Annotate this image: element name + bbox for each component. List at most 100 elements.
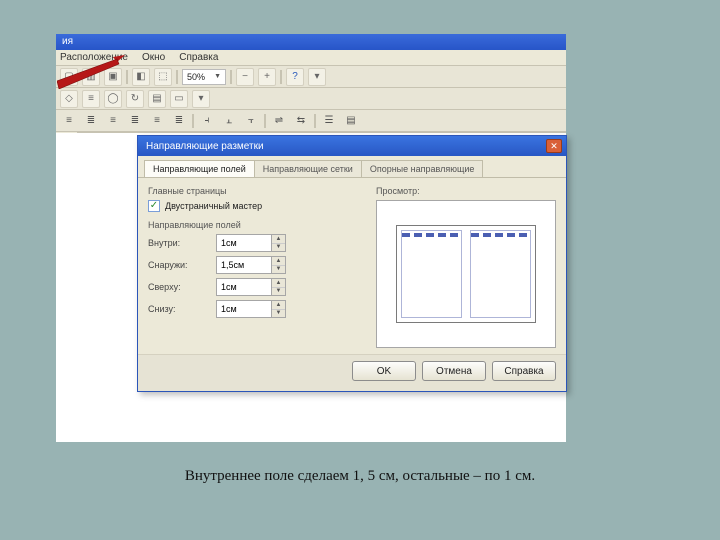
menu-window[interactable]: Окно — [142, 52, 165, 63]
ruler-vertical — [56, 132, 78, 133]
align-left-icon[interactable]: ≡ — [60, 112, 78, 130]
preview-label: Просмотр: — [376, 186, 556, 196]
chevron-down-icon: ▼ — [214, 73, 221, 80]
spinner-bottom[interactable]: ▲▼ — [216, 300, 286, 318]
spin-down-icon[interactable]: ▼ — [272, 310, 285, 318]
tool-icon[interactable]: ▾ — [192, 90, 210, 108]
tool-icon[interactable]: ▾ — [308, 68, 326, 86]
tool-icon[interactable]: ▥ — [82, 68, 100, 86]
spin-up-icon[interactable]: ▲ — [272, 301, 285, 310]
checkbox-two-page[interactable]: ✓ — [148, 200, 160, 212]
spacing-icon[interactable]: ⇆ — [292, 112, 310, 130]
align-right-icon[interactable]: ≡ — [104, 112, 122, 130]
tool-icon[interactable]: ◇ — [60, 90, 78, 108]
tool-icon[interactable]: ▤ — [148, 90, 166, 108]
tool-icon[interactable]: ⬚ — [154, 68, 172, 86]
field-inner: Внутри: ▲▼ — [148, 234, 366, 252]
dialog-tabs: Направляющие полей Направляющие сетки Оп… — [138, 156, 566, 178]
separator — [264, 114, 266, 128]
spin-down-icon[interactable]: ▼ — [272, 244, 285, 252]
zoom-combo[interactable]: 50% ▼ — [182, 69, 226, 85]
tool-icon[interactable]: ≡ — [82, 90, 100, 108]
group-main-pages: Главные страницы — [148, 186, 366, 196]
spin-down-icon[interactable]: ▼ — [272, 288, 285, 296]
input-bottom[interactable] — [216, 300, 272, 318]
ruler-horizontal — [78, 132, 566, 133]
spin-up-icon[interactable]: ▲ — [272, 257, 285, 266]
separator — [280, 70, 282, 84]
align-icon[interactable]: ≣ — [170, 112, 188, 130]
preview-box — [376, 200, 556, 348]
spacing-icon[interactable]: ⇌ — [270, 112, 288, 130]
tool-icon[interactable]: ▣ — [104, 68, 122, 86]
ruler-area — [56, 132, 566, 133]
separator — [192, 114, 194, 128]
spin-down-icon[interactable]: ▼ — [272, 266, 285, 274]
zoom-out-icon[interactable]: − — [236, 68, 254, 86]
distribute-icon[interactable]: ⫟ — [242, 112, 260, 130]
tool-icon[interactable]: ◧ — [132, 68, 150, 86]
toolbar-row-2: ◇ ≡ ◯ ↻ ▤ ▭ ▾ — [56, 88, 566, 110]
tool-icon[interactable]: ▢ — [60, 68, 78, 86]
close-button[interactable]: ✕ — [546, 139, 562, 153]
input-top[interactable] — [216, 278, 272, 296]
tab-margin-guides[interactable]: Направляющие полей — [144, 160, 255, 177]
cancel-button[interactable]: Отмена — [422, 361, 486, 381]
input-outer[interactable] — [216, 256, 272, 274]
input-inner[interactable] — [216, 234, 272, 252]
tab-grid-guides[interactable]: Направляющие сетки — [254, 160, 362, 177]
help-button[interactable]: Справка — [492, 361, 556, 381]
field-outer: Снаружи: ▲▼ — [148, 256, 366, 274]
slide-caption: Внутреннее поле сделаем 1, 5 см, остальн… — [0, 468, 720, 485]
page-spread-preview — [396, 225, 536, 323]
group-margin-guides: Направляющие полей — [148, 220, 366, 230]
menubar: Расположение Окно Справка — [56, 50, 566, 66]
spinner-inner[interactable]: ▲▼ — [216, 234, 286, 252]
separator — [126, 70, 128, 84]
distribute-icon[interactable]: ⫞ — [198, 112, 216, 130]
dialog-title: Направляющие разметки — [146, 141, 264, 152]
zoom-value: 50% — [187, 72, 205, 82]
tool-icon[interactable]: ↻ — [126, 90, 144, 108]
align-icon[interactable]: ≣ — [126, 112, 144, 130]
separator — [314, 114, 316, 128]
settings-column: Главные страницы ✓ Двустраничный мастер … — [148, 186, 366, 348]
tool-icon[interactable]: ▭ — [170, 90, 188, 108]
label-bottom: Снизу: — [148, 304, 216, 314]
zoom-in-icon[interactable]: + — [258, 68, 276, 86]
dialog-body: Главные страницы ✓ Двустраничный мастер … — [138, 178, 566, 354]
ok-button[interactable]: OK — [352, 361, 416, 381]
separator — [230, 70, 232, 84]
line-spacing-icon[interactable]: ☰ — [320, 112, 338, 130]
help-icon[interactable]: ? — [286, 68, 304, 86]
align-icon[interactable]: ≡ — [148, 112, 166, 130]
preview-column: Просмотр: — [376, 186, 556, 348]
checkbox-label: Двустраничный мастер — [165, 201, 262, 211]
preview-page-left — [401, 230, 462, 318]
two-page-master-row[interactable]: ✓ Двустраничный мастер — [148, 200, 366, 212]
label-outer: Снаружи: — [148, 260, 216, 270]
toolbar-align: ≡ ≣ ≡ ≣ ≡ ≣ ⫞ ⫠ ⫟ ⇌ ⇆ ☰ ▤ — [56, 110, 566, 132]
dialog-titlebar: Направляющие разметки ✕ — [138, 136, 566, 156]
preview-page-right — [470, 230, 531, 318]
menu-arrangement[interactable]: Расположение — [60, 52, 128, 63]
label-inner: Внутри: — [148, 238, 216, 248]
icon[interactable]: ▤ — [342, 112, 360, 130]
field-top: Сверху: ▲▼ — [148, 278, 366, 296]
distribute-icon[interactable]: ⫠ — [220, 112, 238, 130]
spinner-outer[interactable]: ▲▼ — [216, 256, 286, 274]
dialog-button-row: OK Отмена Справка — [138, 354, 566, 391]
align-center-icon[interactable]: ≣ — [82, 112, 100, 130]
tool-icon[interactable]: ◯ — [104, 90, 122, 108]
menu-help[interactable]: Справка — [179, 52, 218, 63]
spin-up-icon[interactable]: ▲ — [272, 235, 285, 244]
spin-up-icon[interactable]: ▲ — [272, 279, 285, 288]
label-top: Сверху: — [148, 282, 216, 292]
separator — [176, 70, 178, 84]
toolbar-row-1: ▢ ▥ ▣ ◧ ⬚ 50% ▼ − + ? ▾ — [56, 66, 566, 88]
field-bottom: Снизу: ▲▼ — [148, 300, 366, 318]
spinner-top[interactable]: ▲▼ — [216, 278, 286, 296]
tab-baseline-guides[interactable]: Опорные направляющие — [361, 160, 484, 177]
titlebar-fragment: ия — [56, 34, 566, 50]
layout-guides-dialog: Направляющие разметки ✕ Направляющие пол… — [137, 135, 567, 392]
